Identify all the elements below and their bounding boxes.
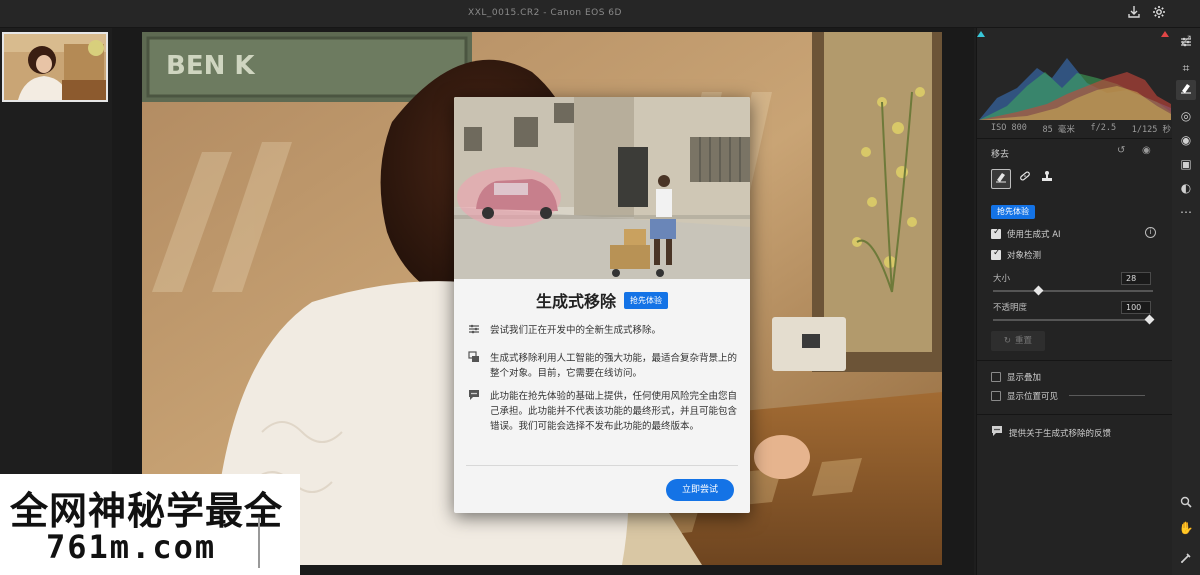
use-generative-ai-option[interactable]: 使用生成式 AI bbox=[991, 227, 1061, 240]
opacity-slider-handle[interactable] bbox=[1144, 314, 1155, 325]
use-generative-ai-checkbox[interactable] bbox=[991, 227, 1001, 239]
panel-divider bbox=[977, 360, 1173, 361]
more-icon[interactable]: ⋯ bbox=[1176, 202, 1196, 222]
red-eye-icon[interactable]: ◉ bbox=[1176, 130, 1196, 150]
opacity-label: 不透明度 bbox=[993, 303, 1028, 313]
hand-icon[interactable]: ✋ bbox=[1176, 518, 1196, 538]
show-overlay-label: 显示叠加 bbox=[1007, 373, 1042, 383]
remove-section-title: 移去 bbox=[991, 150, 1010, 160]
layers-icon bbox=[466, 351, 482, 381]
show-overlay-checkbox[interactable] bbox=[991, 372, 1001, 382]
versions-icon[interactable]: ◐ bbox=[1176, 178, 1196, 198]
opacity-slider-track[interactable] bbox=[993, 319, 1153, 321]
histogram bbox=[977, 28, 1173, 120]
photo-thumbnail[interactable] bbox=[2, 32, 108, 102]
title-bar: XXL_0015.CR2 - Canon EOS 6D bbox=[0, 0, 1200, 28]
bandage-tool-icon[interactable] bbox=[1015, 169, 1035, 189]
clone-stamp-icon[interactable] bbox=[1037, 169, 1057, 189]
crop-icon[interactable]: ⌗ bbox=[1176, 58, 1196, 78]
show-position-checkbox[interactable] bbox=[991, 391, 1001, 401]
dialog-item: 尝试我们正在开发中的全新生成式移除。 bbox=[466, 323, 738, 338]
size-slider-handle[interactable] bbox=[1033, 285, 1044, 296]
size-label: 大小 bbox=[993, 274, 1011, 284]
early-access-pill[interactable]: 抢先体验 bbox=[991, 205, 1035, 219]
exif-iso: ISO 800 bbox=[991, 123, 1027, 133]
show-overlay-option[interactable]: 显示叠加 bbox=[991, 371, 1041, 383]
dialog-header: 生成式移除 抢先体验 bbox=[454, 289, 750, 311]
exif-aperture: f/2.5 bbox=[1090, 123, 1117, 133]
sign-text: BEN K bbox=[166, 51, 255, 81]
presets-icon[interactable]: ▣ bbox=[1176, 154, 1196, 174]
info-icon[interactable]: i bbox=[1145, 227, 1156, 238]
reset-section-icon[interactable]: ↺ bbox=[1117, 145, 1125, 156]
panel-divider bbox=[977, 414, 1173, 415]
watermark-divider bbox=[258, 518, 260, 568]
dialog-item-text: 尝试我们正在开发中的全新生成式移除。 bbox=[490, 325, 662, 336]
tool-strip: ⤢ ⌗ ◎ ◉ ▣ ◐ ⋯ ✋ bbox=[1172, 28, 1200, 575]
feedback-icon bbox=[991, 425, 1003, 440]
show-position-label: 显示位置可见 bbox=[1007, 392, 1059, 402]
export-icon[interactable] bbox=[1125, 5, 1143, 23]
edit-panel: ISO 800 85 毫米 f/2.5 1/125 秒 移去 ↺ ◉ 抢先体验 … bbox=[976, 28, 1173, 575]
object-detection-checkbox[interactable] bbox=[991, 248, 1001, 260]
zoom-icon[interactable] bbox=[1176, 494, 1196, 514]
use-generative-ai-label: 使用生成式 AI bbox=[1007, 230, 1061, 240]
masking-icon[interactable]: ◎ bbox=[1176, 106, 1196, 126]
size-value[interactable]: 28 bbox=[1121, 272, 1151, 285]
try-now-button[interactable]: 立即尝试 bbox=[666, 479, 734, 501]
dialog-item: 此功能在抢先体验的基础上提供，任何使用风险完全由您自己承担。此功能并不代表该功能… bbox=[466, 389, 738, 434]
dialog-item-text: 生成式移除利用人工智能的强大功能，最适合复杂背景上的整个对象。目前，它需要在线访… bbox=[490, 353, 738, 379]
eraser-tool-icon[interactable] bbox=[991, 169, 1011, 189]
gear-icon[interactable] bbox=[1150, 5, 1168, 23]
object-detection-label: 对象检测 bbox=[1007, 251, 1042, 261]
dialog-item-text: 此功能在抢先体验的基础上提供，任何使用风险完全由您自己承担。此功能并不代表该功能… bbox=[490, 391, 738, 432]
dialog-item: 生成式移除利用人工智能的强大功能，最适合复杂背景上的整个对象。目前，它需要在线访… bbox=[466, 351, 738, 381]
eye-icon[interactable]: ◉ bbox=[1142, 145, 1151, 156]
eyedropper-icon[interactable] bbox=[1176, 550, 1196, 570]
feedback-link[interactable]: 提供关于生成式移除的反馈 bbox=[991, 425, 1111, 440]
position-slider-track[interactable] bbox=[1069, 395, 1145, 396]
exif-focal-length: 85 毫米 bbox=[1042, 125, 1075, 135]
exif-shutter: 1/125 秒 bbox=[1131, 125, 1171, 135]
watermark-line2: 761m.com bbox=[46, 528, 217, 566]
comment-icon bbox=[466, 389, 482, 434]
exif-info: ISO 800 85 毫米 f/2.5 1/125 秒 bbox=[991, 123, 1171, 135]
reset-button[interactable]: ↻ 重置 bbox=[991, 331, 1045, 351]
app-window: XXL_0015.CR2 - Canon EOS 6D BEN K 生成式移除 … bbox=[0, 0, 1200, 575]
eraser-icon[interactable] bbox=[1176, 80, 1196, 100]
opacity-value[interactable]: 100 bbox=[1121, 301, 1151, 314]
object-detection-option[interactable]: 对象检测 bbox=[991, 248, 1042, 261]
watermark: 全网神秘学最全 761m.com bbox=[0, 474, 300, 575]
dialog-divider bbox=[466, 465, 738, 466]
panel-divider bbox=[977, 138, 1173, 139]
reset-label: 重置 bbox=[1015, 336, 1033, 346]
generative-remove-dialog: 生成式移除 抢先体验 尝试我们正在开发中的全新生成式移除。 生成式移除利用人工智… bbox=[454, 97, 750, 513]
feedback-label: 提供关于生成式移除的反馈 bbox=[1009, 428, 1112, 439]
edit-sliders-icon[interactable] bbox=[1176, 34, 1196, 54]
sliders-icon bbox=[466, 323, 482, 338]
dialog-preview-image bbox=[454, 97, 750, 279]
watermark-line1: 全网神秘学最全 bbox=[10, 489, 284, 533]
size-slider-track[interactable] bbox=[993, 290, 1153, 292]
show-position-option[interactable]: 显示位置可见 bbox=[991, 390, 1058, 402]
dialog-title: 生成式移除 bbox=[535, 292, 616, 311]
refresh-icon: ↻ bbox=[1003, 336, 1012, 346]
early-access-badge: 抢先体验 bbox=[624, 291, 668, 309]
document-title: XXL_0015.CR2 - Canon EOS 6D bbox=[468, 8, 622, 18]
